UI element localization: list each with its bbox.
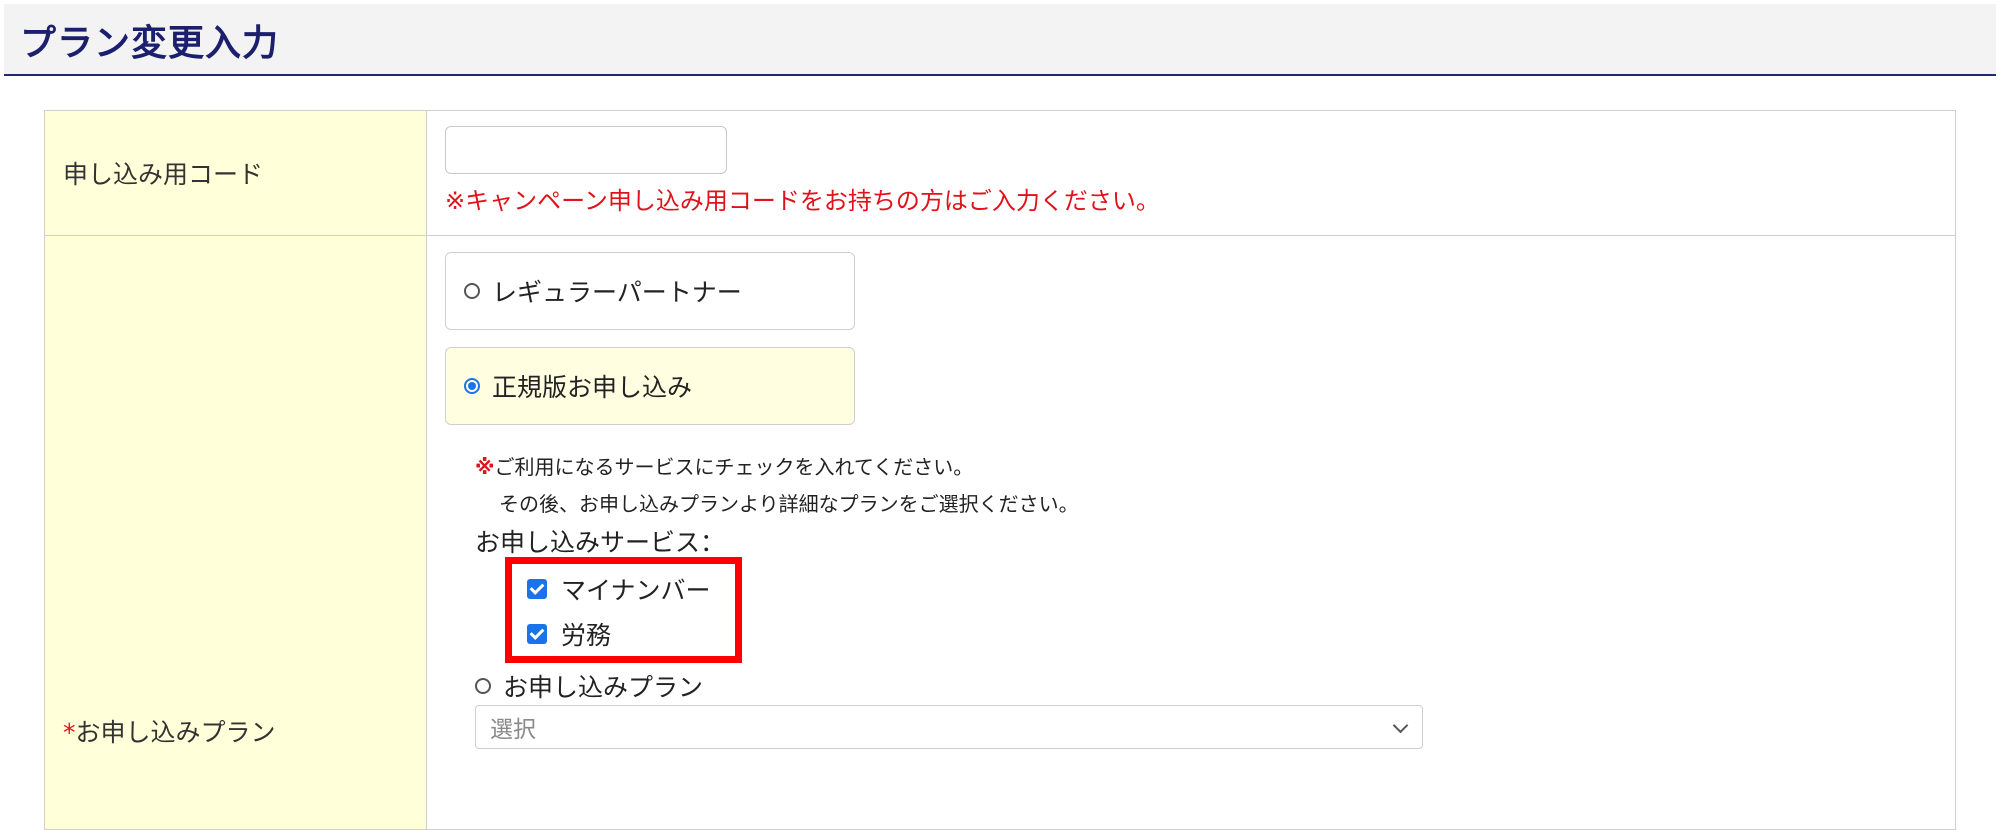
radio-unchecked-icon[interactable] [464,283,480,299]
plan-radio-label: お申し込みプラン [503,673,704,702]
plan-label: *お申し込みプラン [63,713,276,749]
service-labor[interactable]: 労務 [527,616,611,652]
application-code-input[interactable] [445,126,727,174]
official-version-option[interactable]: 正規版お申し込み [445,347,855,425]
campaign-code-note: ※キャンペーン申し込み用コードをお持ちの方はご入力ください。 [445,187,1160,215]
row-divider [45,235,1955,236]
service-label: お申し込みサービス： [475,528,726,557]
plan-change-form: 申し込み用コード ※キャンペーン申し込み用コードをお持ちの方はご入力ください。 … [44,110,1956,830]
plan-select-value: 選択 [490,717,536,743]
checkbox-checked-icon[interactable] [527,624,547,644]
plan-radio-option[interactable]: お申し込みプラン [475,668,703,704]
plan-label-text: お申し込みプラン [75,718,276,747]
mynumber-label: マイナンバー [561,576,711,605]
chevron-down-icon [1392,717,1409,734]
service-mynumber[interactable]: マイナンバー [527,571,711,607]
service-note-text1: ご利用になるサービスにチェックを入れてください。 [494,455,974,479]
service-note-line1: ※ご利用になるサービスにチェックを入れてください。 [475,451,973,480]
note-mark: ※ [475,455,495,479]
plan-select[interactable]: 選択 [475,705,1423,749]
checkbox-checked-icon[interactable] [527,579,547,599]
service-note-line2: その後、お申し込みプランより詳細なプランをご選択ください。 [499,492,1079,516]
application-code-label: 申し込み用コード [63,160,264,189]
regular-partner-label: レギュラーパートナー [492,278,742,307]
official-version-label: 正規版お申し込み [492,373,693,402]
radio-unchecked-icon[interactable] [475,678,491,694]
regular-partner-option[interactable]: レギュラーパートナー [445,252,855,330]
required-mark: * [63,718,76,747]
radio-checked-icon[interactable] [464,378,480,394]
page-header: プラン変更入力 [4,4,1996,76]
labor-label: 労務 [561,621,612,650]
page-title: プラン変更入力 [20,23,280,64]
